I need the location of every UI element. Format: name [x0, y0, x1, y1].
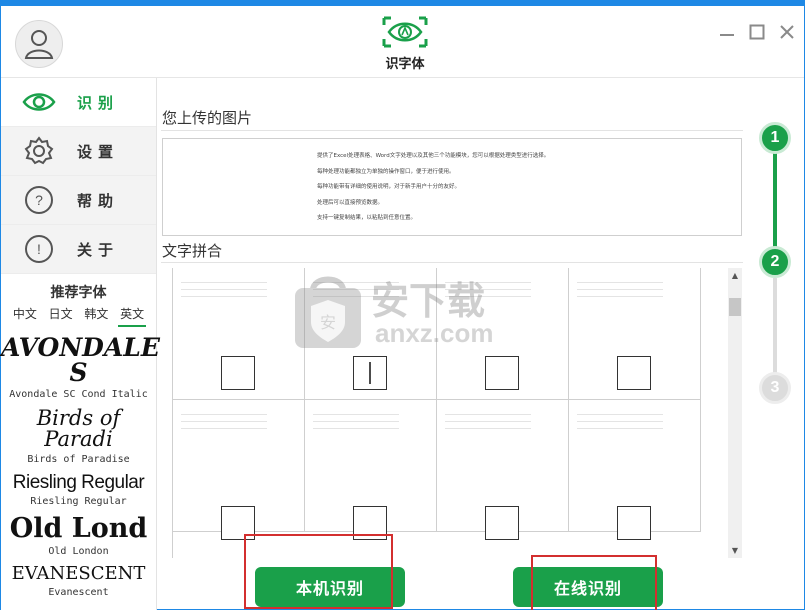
char-cell[interactable] — [173, 268, 305, 400]
font-sample-birds[interactable]: Birds of Paradi Birds of Paradise — [1, 406, 156, 466]
step-connector — [773, 278, 777, 376]
close-button[interactable] — [777, 22, 797, 42]
svg-text:!: ! — [37, 241, 41, 257]
upload-text-line: 处理后可以直接预览数据。 — [317, 199, 384, 206]
font-sample-name: Evanescent — [48, 587, 109, 598]
font-sample-old-london[interactable]: Old Lond Old London — [1, 515, 156, 557]
tab-english[interactable]: 英文 — [118, 304, 147, 327]
app-title: 识字体 — [385, 57, 425, 72]
sidebar-item-about[interactable]: ! 关于 — [1, 225, 156, 274]
step-connector — [773, 152, 777, 250]
tab-japanese[interactable]: 日文 — [47, 304, 75, 327]
uploaded-image-preview: 提供了Excel处理表格、Word文字处理以及其他三个功能模块，您可以根据处理类… — [162, 138, 742, 236]
char-cell[interactable] — [305, 400, 437, 540]
divider — [161, 262, 743, 263]
user-icon — [24, 30, 54, 59]
upload-section-title: 您上传的图片 — [162, 109, 253, 127]
char-cell[interactable] — [437, 268, 569, 400]
char-box[interactable] — [485, 506, 519, 540]
font-sample-avondale[interactable]: AVONDALE S Avondale SC Cond Italic — [1, 333, 160, 400]
upload-text-line: 提供了Excel处理表格、Word文字处理以及其他三个功能模块，您可以根据处理类… — [317, 153, 550, 159]
tab-korean[interactable]: 韩文 — [82, 304, 110, 327]
user-avatar[interactable] — [15, 20, 63, 68]
eye-logo-icon — [382, 16, 428, 48]
sidebar-item-label: 识别 — [77, 93, 120, 112]
char-cell[interactable] — [305, 268, 437, 400]
font-language-tabs: 中文 日文 韩文 英文 — [1, 302, 156, 327]
divider — [161, 130, 743, 131]
sidebar-item-label: 关于 — [77, 240, 120, 259]
sidebar-item-label: 设置 — [77, 142, 120, 161]
app-window: 识字体 识别 设置 ? 帮助 ! 关于 推荐字体 中文 日文 韩文 英文 AVO… — [0, 0, 805, 610]
sidebar-item-help[interactable]: ? 帮助 — [1, 176, 156, 225]
char-box[interactable] — [485, 356, 519, 390]
minimize-icon — [720, 34, 734, 36]
character-grid[interactable] — [172, 268, 728, 558]
title-bar: 识字体 — [1, 6, 804, 78]
char-box[interactable] — [617, 356, 651, 390]
step-1: 1 — [759, 122, 791, 154]
font-sample-riesling[interactable]: Riesling Regular Riesling Regular — [1, 473, 156, 507]
info-icon: ! — [1, 234, 77, 264]
upload-text-line: 支持一键复制结果，以粘贴到任意位置。 — [317, 215, 417, 221]
font-sample-name: Riesling Regular — [30, 496, 127, 507]
upload-text-line: 每种处理功能都独立为单独的操作窗口，便于进行使用。 — [317, 168, 455, 175]
char-cell[interactable] — [437, 400, 569, 540]
font-sample-preview: AVONDALE S — [1, 333, 160, 387]
font-sample-evanescent[interactable]: EVANESCENT Evanescent — [1, 563, 156, 599]
maximize-icon — [749, 24, 765, 40]
scroll-thumb[interactable] — [729, 298, 741, 316]
close-icon — [780, 25, 794, 39]
highlight-box — [244, 534, 393, 609]
font-sample-preview: Old Lond — [9, 513, 148, 544]
main-panel: 您上传的图片 提供了Excel处理表格、Word文字处理以及其他三个功能模块，您… — [161, 78, 751, 610]
recommended-fonts-title: 推荐字体 — [50, 285, 107, 301]
font-sample-name: Old London — [48, 546, 109, 557]
char-box[interactable] — [221, 356, 255, 390]
sidebar-item-label: 帮助 — [77, 191, 120, 210]
char-box[interactable] — [353, 356, 387, 390]
sidebar-item-recognize[interactable]: 识别 — [1, 78, 156, 127]
app-logo: 识字体 — [377, 16, 433, 72]
minimize-button[interactable] — [717, 22, 737, 42]
scroll-down-icon[interactable]: ▼ — [730, 546, 740, 555]
font-sample-name: Birds of Paradise — [27, 454, 130, 465]
grid-scrollbar[interactable]: ▲ ▼ — [728, 268, 742, 558]
scroll-up-icon[interactable]: ▲ — [730, 271, 740, 280]
font-sample-name: Avondale SC Cond Italic — [9, 389, 148, 400]
step-3: 3 — [759, 372, 791, 404]
split-section-title: 文字拼合 — [162, 242, 223, 260]
progress-steps: 1 2 3 — [757, 122, 793, 412]
tab-chinese[interactable]: 中文 — [11, 304, 39, 327]
highlight-box — [531, 555, 657, 610]
maximize-button[interactable] — [747, 22, 767, 42]
char-cell[interactable] — [569, 400, 701, 540]
char-cell[interactable] — [173, 400, 305, 540]
char-cell[interactable] — [569, 268, 701, 400]
sidebar: 识别 设置 ? 帮助 ! 关于 推荐字体 中文 日文 韩文 英文 AVONDAL… — [1, 78, 160, 610]
help-icon: ? — [1, 185, 77, 215]
svg-text:?: ? — [35, 192, 43, 208]
upload-text-line: 每种功能带有详细的使用说明，对于新手用户十分的友好。 — [317, 184, 461, 190]
sidebar-item-settings[interactable]: 设置 — [1, 127, 156, 176]
char-box[interactable] — [617, 506, 651, 540]
gear-icon — [1, 136, 77, 166]
eye-icon — [1, 91, 77, 113]
step-2: 2 — [759, 246, 791, 278]
font-sample-preview: EVANESCENT — [11, 563, 146, 584]
font-sample-preview: Riesling Regular — [12, 472, 145, 493]
font-sample-preview: Birds of Paradi — [36, 406, 121, 451]
